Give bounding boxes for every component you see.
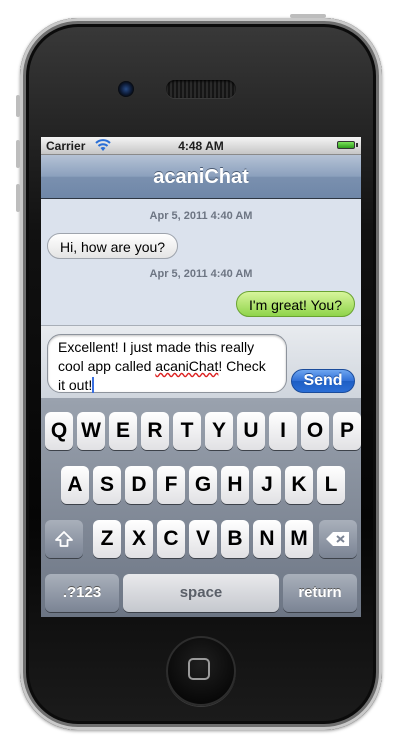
screen: Carrier 4:48 AM acaniChat Apr 5, 2011 4:… [41,137,361,617]
message-input-line: Excellent! I just made this really [58,339,255,355]
shift-icon [55,531,73,547]
key-o[interactable]: O [301,412,329,450]
message-timestamp: Apr 5, 2011 4:40 AM [149,210,253,222]
incoming-message-bubble[interactable]: Hi, how are you? [47,233,179,259]
keyboard: Q W E R T Y U I O P A S D F G H J K L Z … [41,398,361,617]
key-e[interactable]: E [109,412,137,450]
key-y[interactable]: Y [205,412,233,450]
backspace-key[interactable] [319,520,357,558]
key-x[interactable]: X [125,520,153,558]
key-d[interactable]: D [125,466,153,504]
battery-icon [337,141,358,149]
misspelled-word: acaniChat [155,358,219,374]
key-c[interactable]: C [157,520,185,558]
message-composer: Excellent! I just made this really cool … [41,325,361,398]
home-button-icon [188,658,210,680]
status-time: 4:48 AM [178,139,224,153]
key-v[interactable]: V [189,520,217,558]
key-m[interactable]: M [285,520,313,558]
volume-down-button [16,184,20,212]
message-input-line: ! Check [218,358,266,374]
page-title: acaniChat [153,166,249,188]
key-p[interactable]: P [333,412,361,450]
return-key[interactable]: return [283,574,357,612]
key-j[interactable]: J [253,466,281,504]
numbers-key[interactable]: .?123 [45,574,119,612]
message-list[interactable]: Apr 5, 2011 4:40 AM Hi, how are you? Apr… [41,199,361,325]
earpiece-speaker [166,80,236,98]
status-bar: Carrier 4:48 AM [41,137,361,155]
key-u[interactable]: U [237,412,265,450]
key-a[interactable]: A [61,466,89,504]
key-n[interactable]: N [253,520,281,558]
key-t[interactable]: T [173,412,201,450]
key-k[interactable]: K [285,466,313,504]
message-input[interactable]: Excellent! I just made this really cool … [47,334,287,393]
key-b[interactable]: B [221,520,249,558]
key-s[interactable]: S [93,466,121,504]
navigation-bar: acaniChat [41,155,361,199]
front-camera [118,81,134,97]
message-input-line: it out! [58,377,93,393]
text-cursor [92,377,95,393]
space-key[interactable]: space [123,574,279,612]
key-q[interactable]: Q [45,412,73,450]
send-button[interactable]: Send [291,369,355,393]
key-f[interactable]: F [157,466,185,504]
key-l[interactable]: L [317,466,345,504]
shift-key[interactable] [45,520,83,558]
volume-up-button [16,140,20,168]
key-h[interactable]: H [221,466,249,504]
key-z[interactable]: Z [93,520,121,558]
key-r[interactable]: R [141,412,169,450]
key-w[interactable]: W [77,412,105,450]
key-i[interactable]: I [269,412,297,450]
message-timestamp: Apr 5, 2011 4:40 AM [149,268,253,280]
backspace-icon [326,532,349,546]
sleep-button [290,14,326,18]
mute-switch [16,95,20,117]
key-g[interactable]: G [189,466,217,504]
message-input-line: cool app called [58,358,156,374]
outgoing-message-bubble[interactable]: I'm great! You? [236,291,355,317]
